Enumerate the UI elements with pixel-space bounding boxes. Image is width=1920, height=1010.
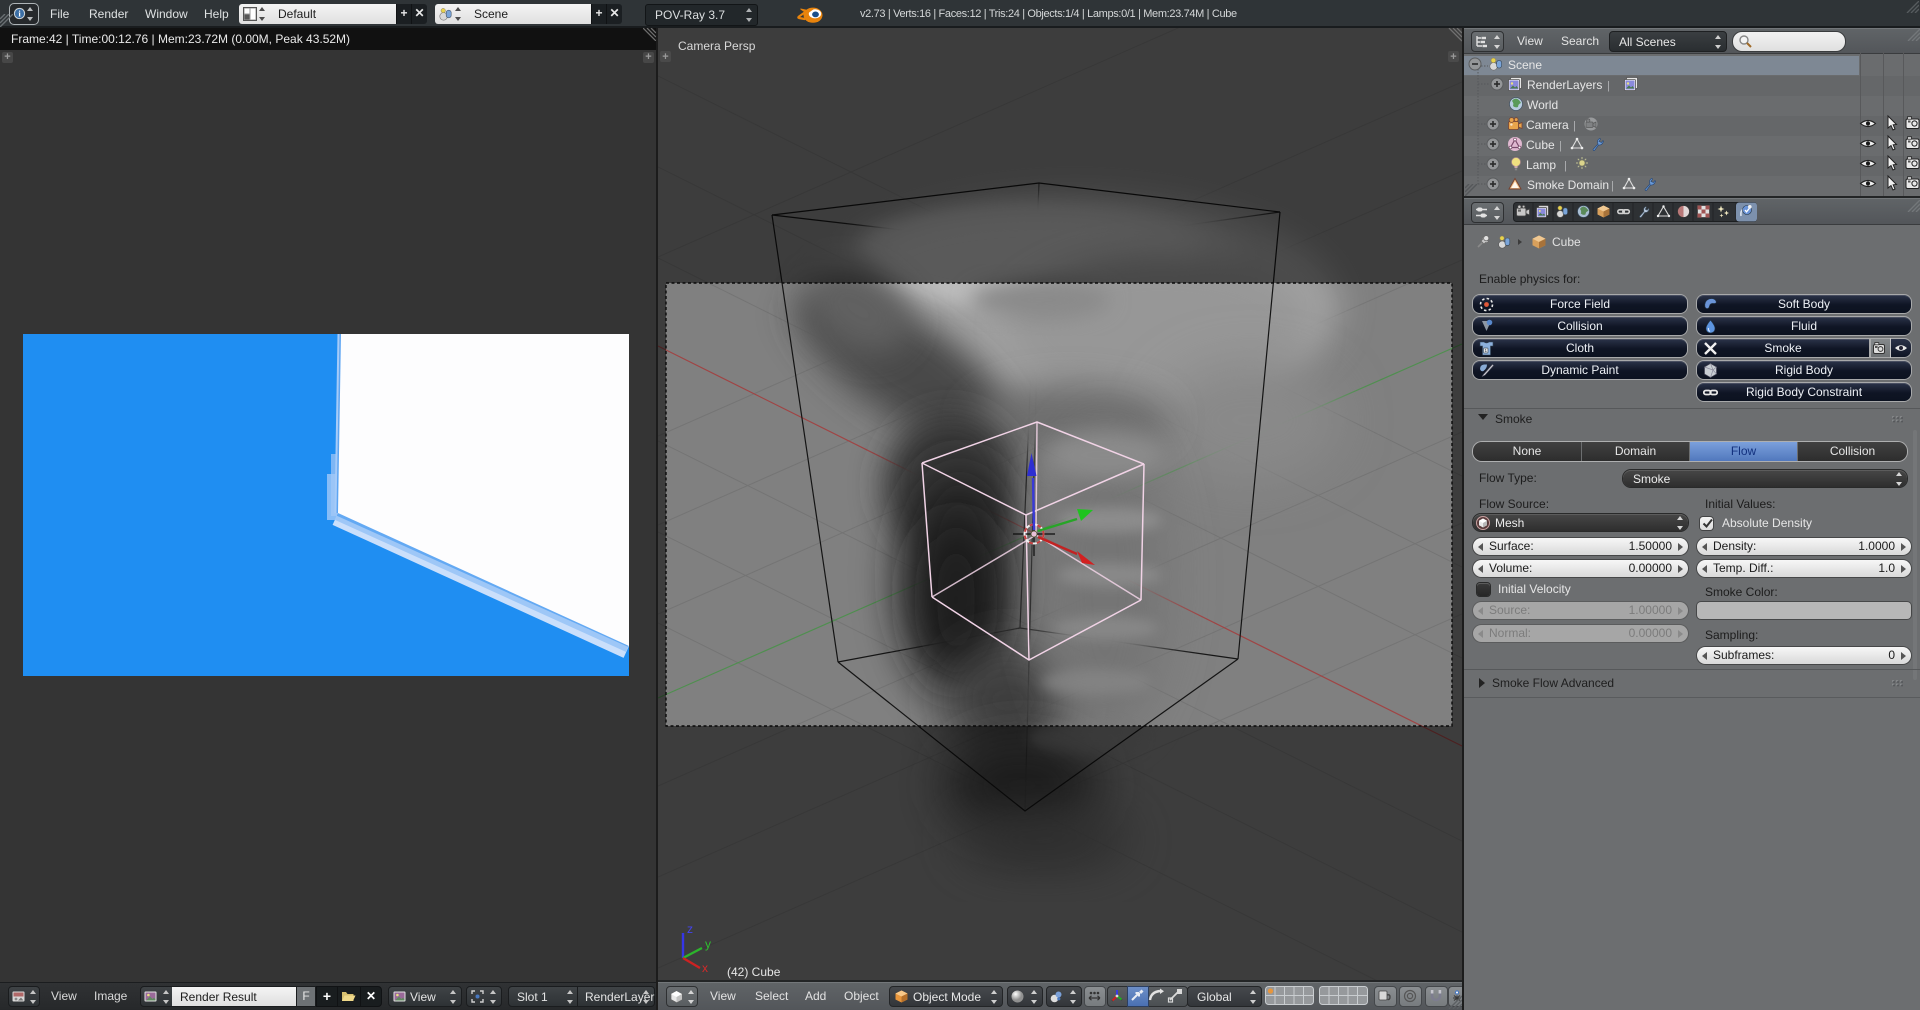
svg-text:|: | — [1564, 160, 1567, 172]
svg-text:Lamp: Lamp — [1526, 158, 1556, 172]
svg-text:z: z — [687, 922, 693, 936]
svg-text:Cube: Cube — [1552, 235, 1581, 249]
svg-text:|: | — [1611, 180, 1614, 192]
svg-text:Cube: Cube — [1526, 138, 1555, 152]
svg-text:x: x — [702, 961, 708, 975]
svg-text:Camera: Camera — [1526, 118, 1569, 132]
svg-text:RenderLayers: RenderLayers — [1527, 78, 1602, 92]
svg-text:Smoke Domain: Smoke Domain — [1527, 178, 1609, 192]
svg-text:+: + — [1450, 51, 1456, 63]
svg-text:|: | — [1573, 120, 1576, 132]
svg-text:Scene: Scene — [1508, 58, 1542, 72]
svg-text:+: + — [662, 51, 668, 63]
svg-text:|: | — [1607, 80, 1610, 92]
svg-text:Camera Persp: Camera Persp — [678, 39, 756, 53]
svg-text:(42) Cube: (42) Cube — [727, 965, 781, 979]
svg-text:y: y — [705, 937, 711, 951]
svg-text:World: World — [1527, 98, 1558, 112]
svg-text:|: | — [1559, 140, 1562, 152]
